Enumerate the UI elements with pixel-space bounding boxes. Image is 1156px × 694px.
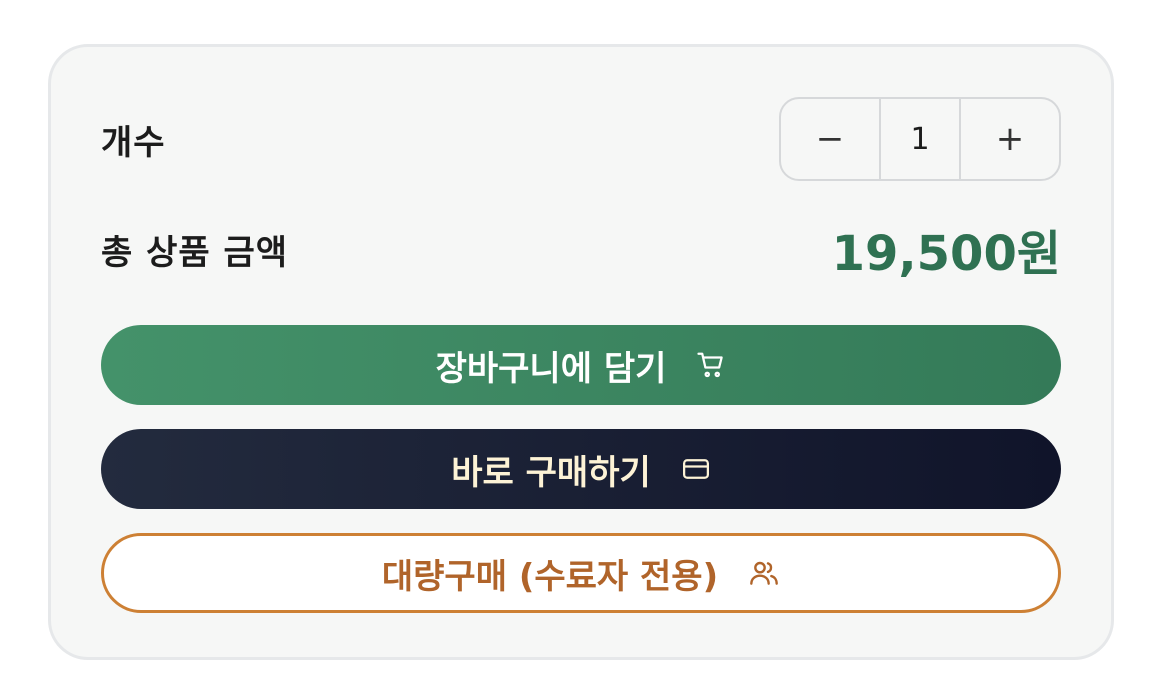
plus-icon: + [995,119,1025,159]
quantity-stepper: − 1 + [779,97,1061,181]
buy-now-label: 바로 구매하기 [451,452,651,493]
bulk-purchase-label: 대량구매 (수료자 전용) [381,556,719,597]
bulk-purchase-button[interactable]: 대량구매 (수료자 전용) [101,533,1061,613]
quantity-value[interactable]: 1 [879,99,961,179]
total-label: 총 상품 금액 [101,232,289,273]
add-to-cart-label: 장바구니에 담기 [435,348,667,389]
credit-card-icon [681,454,711,484]
quantity-row: 개수 − 1 + [101,97,1061,181]
decrement-button[interactable]: − [781,99,879,179]
buy-now-button[interactable]: 바로 구매하기 [101,429,1061,509]
users-icon [748,557,780,589]
total-price: 19,500원 [831,226,1061,282]
quantity-label: 개수 [101,122,166,163]
minus-icon: − [815,119,845,159]
add-to-cart-button[interactable]: 장바구니에 담기 [101,325,1061,405]
shopping-cart-icon [696,350,726,380]
total-row: 총 상품 금액 19,500원 [101,217,1061,282]
increment-button[interactable]: + [961,99,1059,179]
purchase-panel: 개수 − 1 + 총 상품 금액 19,500원 장바구니에 담기 바로 구매하… [48,44,1114,660]
